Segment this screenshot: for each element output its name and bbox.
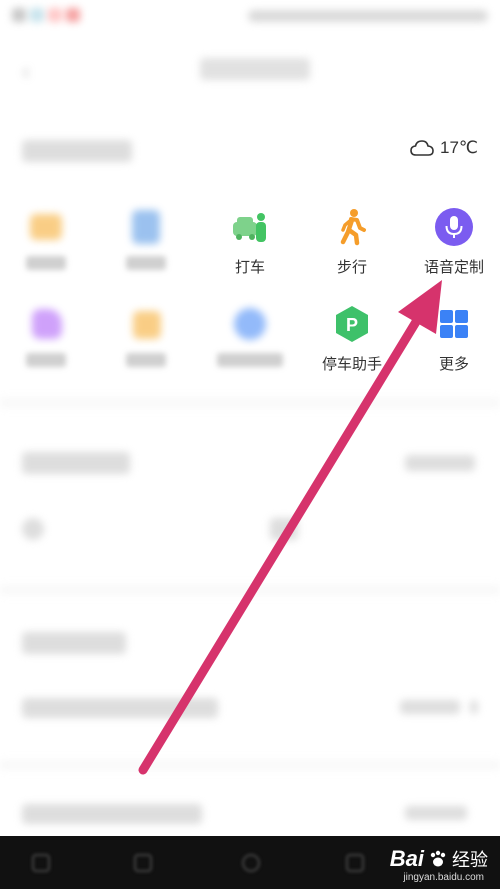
section-title: [22, 452, 130, 474]
ticket-icon: [27, 305, 65, 343]
section-divider: [0, 398, 500, 408]
list-item-text[interactable]: [22, 698, 218, 718]
tool-label: 步行: [336, 259, 367, 276]
menu-icon[interactable]: [32, 854, 50, 872]
tool-more[interactable]: 更多: [408, 305, 500, 374]
tool-label: [26, 256, 66, 270]
grid-icon: [435, 305, 473, 343]
tool-label: 语音定制: [423, 259, 484, 276]
section-title: [22, 140, 132, 162]
section-divider: [0, 760, 500, 770]
tool-bag[interactable]: [100, 305, 192, 372]
tool-label: 打车: [234, 259, 265, 276]
watermark-url: jingyan.baidu.com: [403, 872, 484, 883]
tool-label: 更多: [438, 356, 469, 373]
tool-label: [217, 353, 283, 367]
page-title: [200, 58, 310, 80]
weather-widget: 17℃: [410, 138, 478, 158]
cloud-icon: [410, 140, 434, 156]
watermark-text: 经验: [452, 850, 488, 870]
watermark-brand: Bai: [389, 846, 424, 871]
recent-apps-icon[interactable]: [346, 854, 364, 872]
tool-taxi[interactable]: [0, 208, 92, 275]
baidu-watermark: Bai 经验: [390, 846, 488, 872]
status-icons: [12, 8, 80, 22]
tool-label: [126, 353, 166, 367]
temperature-text: 17℃: [439, 138, 478, 157]
tool-taxi-hailing[interactable]: 打车: [204, 208, 296, 277]
tool-walk[interactable]: 步行: [306, 208, 398, 277]
list-item-icon: [22, 518, 44, 540]
car-icon: [231, 208, 269, 246]
tool-voice-custom[interactable]: 语音定制: [408, 208, 500, 277]
walk-icon: [333, 208, 371, 246]
annotation-arrow: [138, 280, 442, 775]
tool-bus[interactable]: [100, 208, 192, 275]
list-item-meta: [405, 806, 467, 820]
status-bar: [0, 0, 500, 36]
home-icon[interactable]: [134, 854, 152, 872]
tool-label: 停车助手: [321, 356, 382, 373]
list-item-text[interactable]: [22, 804, 202, 824]
chevron-right-icon: [470, 700, 478, 714]
tool-ticket[interactable]: [0, 305, 92, 372]
microphone-icon: [435, 208, 473, 246]
section-link[interactable]: [405, 455, 475, 471]
chat-icon: [231, 305, 269, 343]
tool-query[interactable]: [204, 305, 296, 372]
back-nav-icon[interactable]: [242, 854, 260, 872]
list-item-meta: [400, 700, 460, 714]
section-divider: [0, 585, 500, 595]
taxi-icon: [27, 208, 65, 246]
bag-icon: [127, 305, 165, 343]
bus-icon: [127, 208, 165, 246]
tool-parking[interactable]: P 停车助手: [306, 305, 398, 374]
parking-icon: P: [333, 305, 371, 343]
paw-icon: [428, 849, 448, 869]
section-title: [22, 632, 126, 654]
svg-text:P: P: [346, 315, 358, 335]
list-item-text: [270, 518, 298, 540]
status-info: [248, 10, 488, 22]
back-icon[interactable]: ‹: [22, 58, 30, 86]
nav-bar: ‹: [0, 40, 500, 100]
tool-label: [26, 353, 66, 367]
tool-label: [126, 256, 166, 270]
